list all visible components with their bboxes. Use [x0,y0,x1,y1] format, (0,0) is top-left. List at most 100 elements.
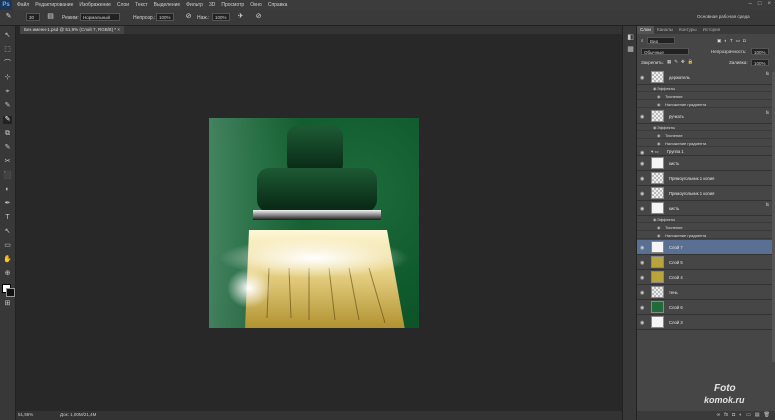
layer-thumbnail[interactable] [651,157,664,169]
layer-fx-badge[interactable]: fx [766,110,769,115]
effect-visibility-icon[interactable]: ◉ [653,217,657,222]
filter-kind-select[interactable]: Вид [647,37,675,44]
layer-thumbnail[interactable] [651,187,664,199]
brush-preset-icon[interactable]: ✎ [4,13,13,21]
layer-thumbnail[interactable] [651,301,664,313]
layer-thumbnail[interactable] [651,202,664,214]
layer-thumbnail[interactable] [651,172,664,184]
layer-effects-header[interactable]: ◉ Эффекты [637,124,772,131]
layer-fill-input[interactable]: 100% [751,59,769,66]
brush-size-picker[interactable]: 30 [26,13,40,21]
tab-history[interactable]: История [700,26,723,34]
pressure-size-icon[interactable]: ⊘ [254,13,263,21]
workspace-select[interactable]: Основная рабочая среда [695,13,769,21]
layer-row[interactable]: ◉ кисть fx [637,201,772,216]
menu-window[interactable]: Окно [250,2,262,8]
layer-effects-header[interactable]: ◉ Эффекты [637,85,772,92]
tab-paths[interactable]: Контуры [676,26,700,34]
shape-tool-icon[interactable]: ▭ [3,242,12,250]
layer-row[interactable]: ◉ Слой 6 [637,300,772,315]
background-color-swatch[interactable] [6,288,15,297]
visibility-eye-icon[interactable]: ◉ [640,260,644,266]
menu-filter[interactable]: Фильтр [186,2,203,8]
layer-row[interactable]: ◉ Слой 7 [637,240,772,255]
layer-thumbnail[interactable] [651,256,664,268]
visibility-eye-icon[interactable]: ◉ [640,275,644,281]
effect-visibility-icon[interactable]: ◉ [653,86,657,91]
visibility-eye-icon[interactable]: ◉ [640,150,644,156]
brush-panel-icon[interactable]: ▤ [46,13,55,21]
menu-help[interactable]: Справка [268,2,288,8]
history-brush-tool-icon[interactable]: ✎ [3,144,12,152]
layer-fx-badge[interactable]: fx [766,202,769,207]
layer-group-row[interactable]: ◉ ▾ ▭ Группа 1 [637,148,772,156]
history-panel-icon[interactable]: ◧ [626,34,635,42]
layer-row[interactable]: ◉ держатель fx [637,70,772,85]
healing-tool-icon[interactable]: ✎ [3,102,12,110]
visibility-eye-icon[interactable]: ◉ [640,161,644,167]
menu-layers[interactable]: Слои [117,2,129,8]
maximize-button[interactable]: □ [758,1,762,7]
layer-row[interactable]: ◉ Слой 3 [637,315,772,330]
opacity-input[interactable]: 100% [156,13,174,21]
lock-icons[interactable]: ▦✎✥🔒 [667,59,696,65]
layer-row[interactable]: ◉ тень [637,285,772,300]
menu-file[interactable]: Файл [17,2,29,8]
zoom-tool-icon[interactable]: ⊕ [3,270,12,278]
zoom-level[interactable]: 51,95% [18,412,33,417]
filter-search-icon[interactable]: ⌕ [641,38,644,43]
properties-panel-icon[interactable]: ▦ [626,46,635,54]
menu-view[interactable]: Просмотр [221,2,244,8]
gradient-tool-icon[interactable]: ⬛ [3,172,12,180]
effect-visibility-icon[interactable]: ◉ [657,225,661,230]
layer-effect-item[interactable]: ◉ Тиснение [637,224,772,231]
flow-input[interactable]: 100% [212,13,230,21]
pressure-opacity-icon[interactable]: ⊘ [184,13,193,21]
menu-select[interactable]: Выделение [154,2,181,8]
stamp-tool-icon[interactable]: ⧉ [3,130,12,138]
canvas[interactable] [209,118,419,328]
lasso-tool-icon[interactable]: ⌒ [3,60,12,68]
pen-tool-icon[interactable]: ✒ [3,200,12,208]
hand-tool-icon[interactable]: ✋ [3,256,12,264]
layer-row[interactable]: ◉ Слой 4 [637,270,772,285]
layer-thumbnail[interactable] [651,241,664,253]
visibility-eye-icon[interactable]: ◉ [640,114,644,120]
menu-3d[interactable]: 3D [209,2,215,8]
layer-effect-item[interactable]: ◉ Наложение градиента [637,101,772,108]
layer-row[interactable]: ◉ Прямоугольник 1 копия [637,171,772,186]
close-button[interactable]: × [767,1,771,7]
layer-effect-item[interactable]: ◉ Наложение градиента [637,232,772,239]
layer-effect-item[interactable]: ◉ Тиснение [637,132,772,139]
effect-visibility-icon[interactable]: ◉ [653,125,657,130]
layer-thumbnail[interactable] [651,71,664,83]
layer-thumbnail[interactable] [651,286,664,298]
layer-row[interactable]: ◉ Слой 5 [637,255,772,270]
marquee-tool-icon[interactable]: ⬚ [3,46,12,54]
layer-opacity-input[interactable]: 100% [751,48,769,55]
quick-select-tool-icon[interactable]: ⊹ [3,74,12,82]
visibility-eye-icon[interactable]: ◉ [640,305,644,311]
close-tab-icon[interactable]: × [117,27,120,32]
visibility-eye-icon[interactable]: ◉ [640,75,644,81]
minimize-button[interactable]: – [749,1,752,7]
brush-tool-icon[interactable]: ✎ [3,116,12,124]
visibility-eye-icon[interactable]: ◉ [640,245,644,251]
blend-mode-select[interactable]: Обычные [641,48,689,55]
layer-effect-item[interactable]: ◉ Наложение градиента [637,140,772,147]
visibility-eye-icon[interactable]: ◉ [640,320,644,326]
tab-layers[interactable]: Слои [637,26,654,34]
effect-visibility-icon[interactable]: ◉ [657,102,661,107]
effect-visibility-icon[interactable]: ◉ [657,141,661,146]
type-tool-icon[interactable]: T [3,214,12,222]
document-area[interactable] [16,34,622,411]
visibility-eye-icon[interactable]: ◉ [640,191,644,197]
visibility-eye-icon[interactable]: ◉ [640,206,644,212]
document-tab[interactable]: Без имени-1.psd @ 51,9% (Слой 7, RGB/8) … [20,26,124,34]
layer-thumbnail[interactable] [651,271,664,283]
layer-effects-header[interactable]: ◉ Эффекты [637,216,772,223]
layer-fx-badge[interactable]: fx [766,71,769,76]
airbrush-icon[interactable]: ✈ [236,13,245,21]
tab-channels[interactable]: Каналы [654,26,676,34]
folder-icon[interactable]: ▾ ▭ [651,149,659,155]
